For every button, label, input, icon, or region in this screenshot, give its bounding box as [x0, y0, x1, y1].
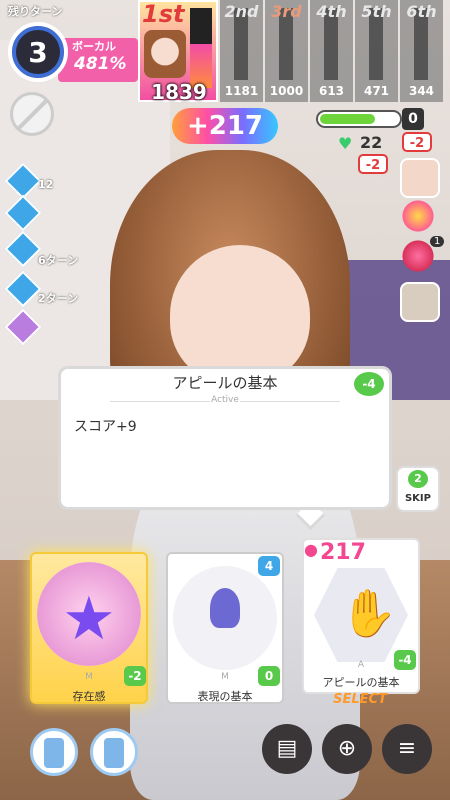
water-bottle-icon: [44, 738, 64, 768]
score-gain-badge: +217: [172, 108, 278, 144]
buff-turns: 2ターン: [38, 292, 79, 305]
rank-place: 5th: [361, 2, 392, 21]
water-bottle-icon: [104, 738, 124, 768]
gift-box-icon[interactable]: [400, 282, 440, 322]
popup-title: アピールの基本: [172, 374, 278, 392]
rank-first-place: 1st: [142, 0, 185, 28]
health-value: 22: [360, 133, 383, 152]
skip-label: SKIP: [404, 493, 431, 504]
prohibit-icon[interactable]: [10, 92, 54, 136]
vocal-label: ボーカル: [72, 40, 116, 53]
pouch-icon[interactable]: [400, 158, 440, 198]
vocal-value: 481%: [74, 54, 127, 74]
mic-icon: ●: [304, 540, 318, 559]
item-count-badge: 1: [430, 236, 445, 247]
buff-turns: 6ターン: [38, 254, 79, 267]
rank-score: 344: [408, 84, 435, 98]
rank-place: 6th: [406, 2, 437, 21]
heart-icon: ♥: [338, 134, 353, 153]
hand-icon: ✋: [340, 586, 398, 640]
card-top-badge: 4: [258, 556, 280, 576]
popup-effect: スコア+9: [74, 419, 137, 435]
select-label: SELECT: [333, 692, 387, 707]
popup-subtitle: Active: [211, 395, 239, 405]
card-cost-badge: -2: [124, 666, 146, 686]
card-name: 存在感: [72, 690, 106, 703]
idol-portrait: [144, 30, 186, 78]
rank-score: 1181: [224, 84, 259, 98]
card-cost-badge: 0: [258, 666, 280, 686]
star-charm-icon[interactable]: [400, 198, 436, 234]
card-score: 217: [320, 540, 366, 565]
bag-icon: ⊕: [337, 736, 357, 761]
star-icon: ★: [62, 584, 116, 654]
lightbulb-icon: [210, 588, 240, 628]
rank-score: 1000: [269, 84, 304, 98]
stamina-fill: [320, 114, 375, 124]
rank-score: 613: [318, 84, 345, 98]
shield-delta: -2: [402, 132, 432, 152]
rank-place: 2nd: [224, 2, 259, 21]
shield-value: 0: [402, 108, 424, 130]
buff-value: 12: [38, 178, 54, 191]
card-name: 表現の基本: [197, 690, 253, 703]
health-delta: -2: [358, 154, 388, 174]
idol-face: [170, 245, 310, 385]
card-cost-badge: -4: [394, 650, 416, 670]
rank-score: 471: [363, 84, 390, 98]
popup-cost-badge: -4: [354, 372, 384, 396]
skip-cost-badge: 2: [408, 470, 428, 488]
card-name: アピールの基本: [322, 676, 400, 689]
turn-label: 残りターン: [8, 5, 63, 18]
rank-first-score: 1839: [151, 80, 207, 104]
rank-place: 3rd: [271, 2, 302, 21]
hamburger-icon: ≡: [397, 736, 417, 761]
turn-remaining: 3: [28, 35, 48, 69]
rank-place: 4th: [316, 2, 347, 21]
document-icon: ▤: [276, 736, 298, 761]
